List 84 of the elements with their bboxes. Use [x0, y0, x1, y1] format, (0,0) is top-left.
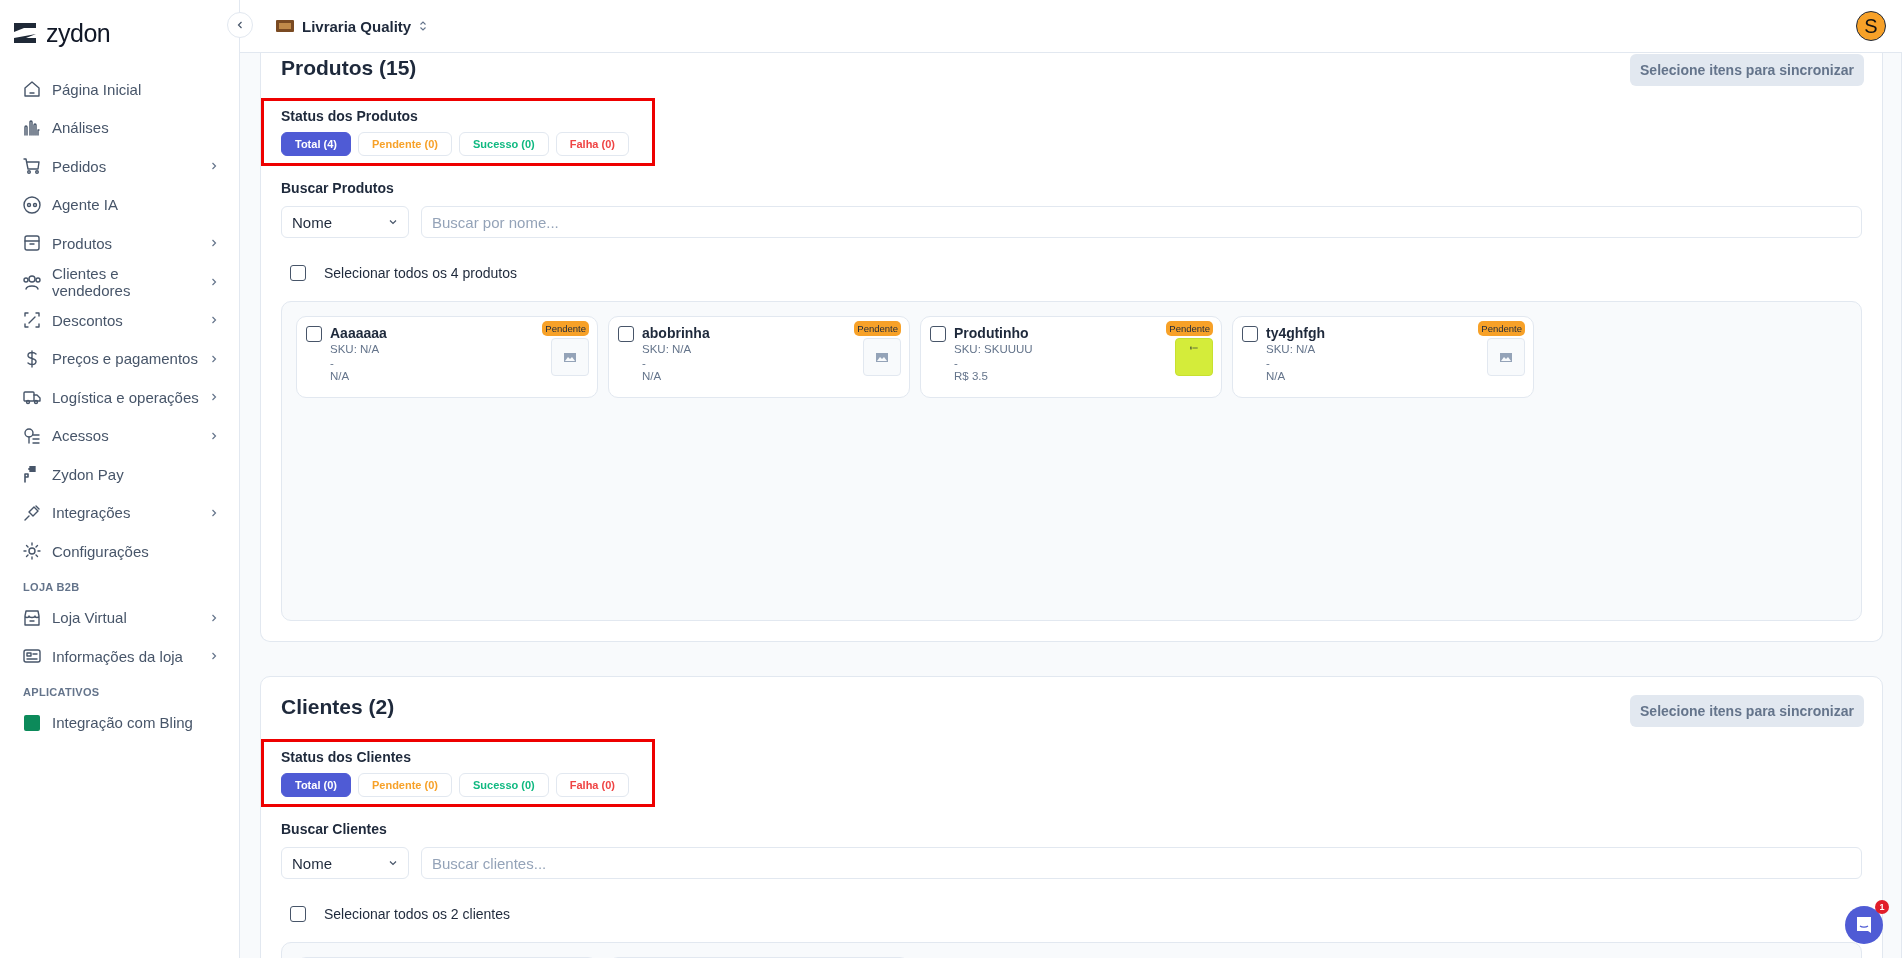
menu-item[interactable]: Agente IA [52, 196, 219, 214]
select-all-label: Selecionar todos os 2 clientes [324, 906, 510, 922]
store-logo-icon [276, 20, 294, 32]
menu-icon [22, 425, 42, 446]
status-filter-tab[interactable]: Falha (0) [555, 773, 629, 797]
menu-icon [22, 607, 42, 628]
user-avatar[interactable]: S [1856, 11, 1886, 41]
menu-item[interactable]: Produtos [52, 234, 199, 252]
section-heading: APLICATIVOS [22, 684, 101, 700]
menu-item[interactable]: Zydon Pay [52, 465, 219, 483]
section-title: Produtos (15) [281, 56, 417, 80]
filter-dropdown[interactable]: Nome [281, 206, 409, 238]
image-placeholder-icon [564, 352, 576, 362]
menu-item[interactable]: Pedidos [52, 157, 199, 175]
status-badge: Pendente [1478, 321, 1525, 336]
menu-item[interactable]: Configurações [52, 542, 219, 560]
menu-icon [22, 233, 42, 254]
menu-icon [22, 194, 42, 215]
menu-item[interactable]: Informações da loja [52, 647, 199, 665]
search-label: Buscar Produtos [281, 180, 395, 196]
chevron-down-icon [388, 858, 398, 868]
store-selector[interactable]: Livraria Quality [276, 17, 428, 35]
product-name: ty4ghfgh [1266, 325, 1326, 343]
product-detail: - [1266, 356, 1271, 370]
product-detail: - [642, 356, 647, 370]
status-filter-tab[interactable]: Falha (0) [555, 132, 629, 156]
product-name: Aaaaaaa [330, 325, 387, 343]
checkbox[interactable] [306, 326, 322, 342]
product-detail: - [954, 356, 959, 370]
section-title: Clientes (2) [281, 695, 395, 719]
app-icon [22, 712, 42, 733]
status-badge: Pendente [854, 321, 901, 336]
menu-icon [22, 156, 42, 177]
product-sku: SKU: SKUUUU [954, 343, 1034, 357]
menu-item[interactable]: Preços e pagamentos [52, 350, 199, 368]
status-badge: Pendente [1166, 321, 1213, 336]
menu-item[interactable]: Loja Virtual [52, 609, 199, 627]
product-price: N/A [1266, 370, 1287, 384]
menu-item[interactable]: Análises [52, 119, 219, 137]
sort-icon [419, 20, 428, 32]
menu-item[interactable]: Página Inicial [52, 80, 219, 98]
logo-icon [14, 23, 36, 43]
menu-item[interactable]: Integração com Bling [52, 714, 219, 732]
product-name: Produtinho [954, 325, 1029, 343]
image-placeholder-icon [1500, 352, 1512, 362]
checkbox[interactable] [290, 906, 306, 922]
checkbox[interactable] [1242, 326, 1258, 342]
section-heading: LOJA B2B [22, 579, 81, 595]
image-placeholder-icon [876, 352, 888, 362]
menu-item[interactable]: Acessos [52, 427, 199, 445]
status-label: Status dos Produtos [281, 108, 419, 124]
search-field[interactable]: Buscar por nome... [421, 206, 1862, 238]
menu-item[interactable]: Descontos [52, 311, 199, 329]
logo-text: zydon [46, 18, 111, 48]
menu-item[interactable]: Integrações [52, 504, 199, 522]
menu-icon [22, 79, 42, 100]
filter-dropdown[interactable]: Nome [281, 847, 409, 879]
menu-item[interactable]: Logística e operações [52, 388, 199, 406]
status-badge: Pendente [542, 321, 589, 336]
status-label: Status dos Clientes [281, 749, 412, 765]
checkbox[interactable] [618, 326, 634, 342]
select-all-label: Selecionar todos os 4 produtos [324, 265, 517, 281]
product-price: N/A [330, 370, 351, 384]
menu-icon [22, 310, 42, 331]
menu-item[interactable]: Clientes e vendedores [52, 264, 199, 299]
status-filter-tab[interactable]: Total (4) [281, 132, 351, 156]
chat-icon [1855, 916, 1873, 934]
search-field[interactable]: Buscar clientes... [421, 847, 1862, 879]
product-sku: SKU: N/A [330, 343, 381, 357]
status-filter-tab[interactable]: Total (0) [281, 773, 351, 797]
product-detail: - [330, 356, 335, 370]
chevron-left-icon [236, 20, 244, 30]
search-label: Buscar Clientes [281, 821, 388, 837]
checkbox[interactable] [290, 265, 306, 281]
product-price: N/A [642, 370, 663, 384]
menu-icon [22, 117, 42, 138]
product-name: abobrinha [642, 325, 710, 343]
product-sku: SKU: N/A [642, 343, 693, 357]
product-price: R$ 3.5 [954, 370, 989, 384]
product-sku: SKU: N/A [1266, 343, 1317, 357]
chevron-down-icon [388, 217, 398, 227]
menu-icon [22, 541, 42, 562]
checkbox[interactable] [930, 326, 946, 342]
notification-badge: 1 [1875, 900, 1889, 914]
